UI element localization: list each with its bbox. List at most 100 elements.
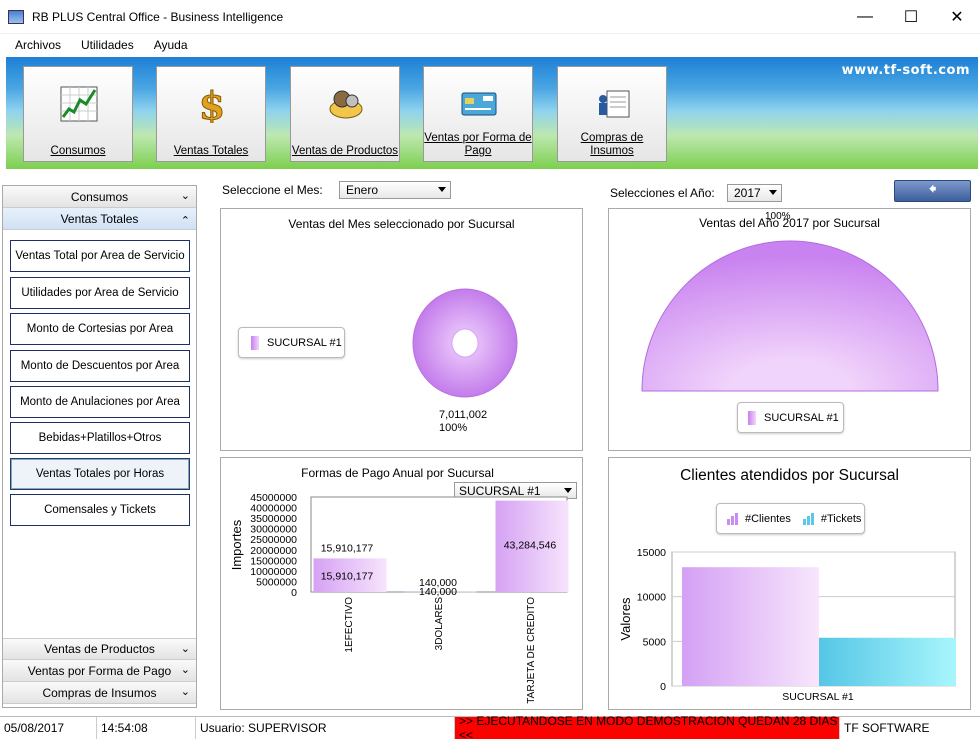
ventas-mes-legend: SUCURSAL #1 [238, 327, 345, 358]
mes-label: Seleccione el Mes: [222, 183, 323, 197]
y-axis-label: Valores [618, 597, 633, 641]
clientes-panel: Clientes atendidos por Sucursal #Cliente… [608, 457, 971, 710]
sidebar-item-descuentos[interactable]: Monto de Descuentos por Area [10, 350, 190, 382]
clientes-chart: 15000 10000 5000 0 Valores SUCURSAL #1 [618, 547, 956, 703]
back-button[interactable]: 🠸 [894, 180, 971, 202]
legend-label: SUCURSAL #1 [764, 411, 839, 424]
formas-pago-chart: 4500000040000000350000003000000025000000… [229, 492, 569, 704]
status-demo-warning: >> EJECUTANDOSE EN MODO DEMOSTRACION QUE… [455, 714, 840, 742]
chevron-down-icon: ⌄ [180, 664, 190, 676]
sidebar-header-label: Ventas por Forma de Pago [27, 663, 172, 678]
x-tick-label: 1EFECTIVO [344, 597, 355, 653]
ventas-totales-label: Ventas Totales [173, 145, 249, 157]
status-company: TF SOFTWARE [844, 721, 930, 735]
status-date: 05/08/2017 [0, 717, 97, 739]
pie-value-label: 7,011,002 [439, 409, 488, 421]
bar-value-label: 15,910,177 [321, 542, 374, 554]
consumos-button[interactable]: Consumos [23, 66, 133, 162]
legend-swatch [251, 335, 259, 350]
close-button[interactable]: ✕ [934, 0, 980, 34]
sidebar-item-anulaciones[interactable]: Monto de Anulaciones por Area [10, 386, 190, 418]
x-tick-label: 3DOLARES [434, 597, 445, 651]
menu-archivos[interactable]: Archivos [8, 38, 74, 52]
menu-utilidades[interactable]: Utilidades [74, 38, 147, 52]
status-bar: 05/08/2017 14:54:08 Usuario: SUPERVISOR … [0, 714, 980, 742]
bar-clientes [682, 567, 819, 686]
sidebar-item-utilidades-area[interactable]: Utilidades por Area de Servicio [10, 277, 190, 309]
sidebar-item-ventas-area[interactable]: Ventas Total por Area de Servicio [10, 240, 190, 272]
arrow-left-icon: 🠸 [928, 180, 937, 198]
ventas-productos-button[interactable]: Ventas de Productos [290, 66, 400, 162]
sidebar-header-consumos[interactable]: Consumos ⌄ [3, 186, 196, 208]
ventas-anio-legend: SUCURSAL #1 [737, 402, 844, 433]
y-tick-label: 5000 [643, 636, 667, 648]
y-tick-label: 0 [660, 681, 666, 693]
x-tick-label: SUCURSAL #1 [782, 691, 854, 703]
chevron-up-icon: ⌃ [180, 215, 190, 227]
credit-card-icon [461, 92, 497, 116]
app-icon [8, 9, 24, 24]
y-tick-label: 15000 [637, 547, 666, 559]
compras-insumos-label: Compras de Insumos [580, 132, 644, 157]
website-link[interactable]: www.tf-soft.com [842, 63, 970, 78]
sidebar-header-ventas-totales[interactable]: Ventas Totales ⌃ [3, 208, 196, 230]
sidebar-item-comensales[interactable]: Comensales y Tickets [10, 494, 190, 526]
ventas-totales-button[interactable]: $ Ventas Totales [156, 66, 266, 162]
chart-icon [60, 86, 98, 122]
dollar-icon: $ [198, 85, 225, 123]
formas-pago-panel: Formas de Pago Anual por Sucursal SUCURS… [220, 457, 583, 710]
purchase-icon [599, 90, 630, 118]
title-bar: RB PLUS Central Office - Business Intell… [0, 0, 980, 34]
bar-tickets [819, 637, 956, 686]
anio-label: Selecciones el Año: [610, 186, 715, 200]
window-title: RB PLUS Central Office - Business Intell… [32, 9, 284, 24]
forma-pago-button[interactable]: Ventas por Forma de Pago [423, 66, 533, 162]
y-tick-label: 0 [291, 587, 297, 599]
ventas-mes-pie [412, 288, 518, 398]
pie-pct-label: 100% [439, 422, 468, 434]
legend-label: SUCURSAL #1 [267, 336, 342, 349]
products-icon [329, 90, 363, 119]
ventas-productos-label: Ventas de Productos [291, 145, 399, 157]
anio-select[interactable]: 2017 [727, 184, 782, 202]
chevron-down-icon: ⌄ [180, 190, 190, 202]
bar-value-label: 15,910,177 [321, 570, 374, 582]
forma-pago-label: Ventas por Forma de Pago [424, 132, 532, 157]
anio-select-value: 2017 [734, 186, 761, 200]
ventas-anio-panel: Ventas del Año 2017 por Sucursal 100% SU… [608, 208, 971, 451]
chevron-down-icon: ⌄ [180, 686, 190, 698]
mes-select[interactable]: Enero [339, 181, 451, 199]
menu-bar: Archivos Utilidades Ayuda [0, 34, 980, 56]
sidebar-header-label: Ventas Totales [60, 211, 139, 226]
ventas-anio-pie [641, 240, 939, 392]
sidebar: Consumos ⌄ Ventas Totales ⌃ Ventas Total p… [2, 185, 197, 708]
legend-swatch [748, 410, 756, 425]
pie-data-label: 7,011,002 100% [439, 409, 487, 435]
sidebar-header-label: Compras de Insumos [42, 685, 157, 700]
sidebar-header-ventas-productos[interactable]: Ventas de Productos ⌄ [3, 638, 196, 660]
maximize-button[interactable]: ☐ [888, 0, 934, 34]
mes-select-value: Enero [346, 183, 379, 197]
y-axis-label: Importes [229, 519, 244, 570]
sidebar-item-bebidas[interactable]: Bebidas+Platillos+Otros [10, 422, 190, 454]
menu-ayuda[interactable]: Ayuda [147, 38, 201, 52]
status-time: 14:54:08 [97, 717, 196, 739]
dropdown-arrow-icon [438, 187, 446, 192]
status-user: Usuario: SUPERVISOR [196, 717, 455, 739]
ventas-mes-panel: Ventas del Mes seleccionado por Sucursal… [220, 208, 583, 451]
minimize-button[interactable]: — [842, 0, 888, 34]
x-tick-label: TARJETA DE CREDITO [526, 597, 537, 704]
svg-text:$: $ [199, 85, 225, 123]
sidebar-header-label: Consumos [70, 189, 129, 204]
sidebar-header-label: Ventas de Productos [44, 642, 155, 656]
ventas-mes-title: Ventas del Mes seleccionado por Sucursal [288, 217, 515, 231]
compras-insumos-button[interactable]: Compras de Insumos [557, 66, 667, 162]
y-tick-label: 10000 [637, 592, 666, 604]
bar-value-label: 140,000 [419, 586, 457, 598]
sidebar-header-compras[interactable]: Compras de Insumos ⌄ [3, 682, 196, 704]
dropdown-arrow-icon [769, 190, 777, 195]
sidebar-item-ventas-horas[interactable]: Ventas Totales por Horas [10, 458, 190, 490]
chevron-down-icon: ⌄ [180, 643, 190, 655]
sidebar-item-cortesias[interactable]: Monto de Cortesias por Area [10, 313, 190, 345]
sidebar-header-forma-pago[interactable]: Ventas por Forma de Pago ⌄ [3, 660, 196, 682]
